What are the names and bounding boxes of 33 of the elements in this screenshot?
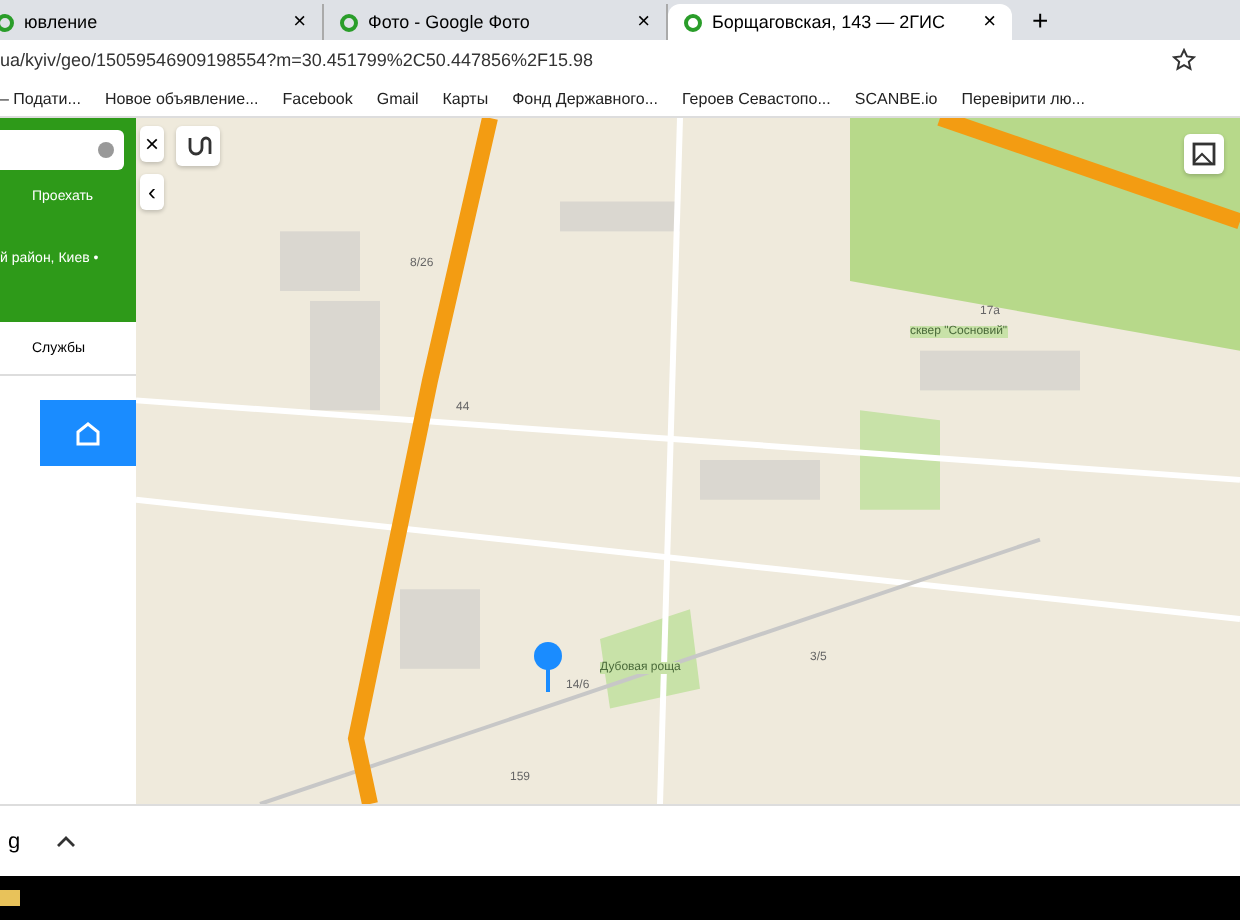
photo-button[interactable]	[1184, 134, 1224, 174]
bookmark-item[interactable]: Gmail	[376, 89, 419, 107]
star-icon[interactable]	[1172, 48, 1196, 72]
bookmark-item[interactable]: Новое объявление...	[104, 89, 259, 107]
close-tab-button[interactable]: ×	[293, 10, 306, 34]
close-tab-button[interactable]: ×	[983, 10, 996, 34]
tab-icon	[0, 13, 14, 31]
close-panel-button[interactable]: ×	[140, 126, 164, 162]
bookmark-item[interactable]: Карты	[442, 89, 489, 107]
location-pin-icon[interactable]	[532, 642, 564, 694]
bookmark-item[interactable]: Героев Севастопо...	[682, 89, 831, 107]
address-field[interactable]: ua/kyiv/geo/15059546909198554?m=30.451799%2C50.447856%2F15.98	[0, 50, 593, 70]
close-tab-button[interactable]: ×	[637, 10, 650, 34]
photo-icon	[1190, 140, 1218, 168]
new-tab-button[interactable]: +	[1012, 4, 1069, 40]
clear-icon[interactable]	[98, 142, 114, 158]
tab-icon	[684, 13, 702, 31]
search-field[interactable]	[0, 130, 124, 170]
route-button[interactable]	[176, 126, 220, 166]
bookmark-item[interactable]: Фонд Державного...	[512, 89, 658, 107]
bookmark-item[interactable]: – Подати...	[0, 89, 81, 107]
download-item[interactable]: g	[8, 829, 21, 853]
browser-tab[interactable]: Борщаговская, 143 — 2ГИС ×	[668, 4, 1012, 40]
caret-icon[interactable]	[56, 835, 77, 847]
route-icon	[184, 132, 212, 160]
bookmark-item[interactable]: SCANBE.io	[854, 89, 938, 107]
home-button[interactable]	[40, 400, 136, 466]
browser-tab[interactable]: ювление ×	[0, 4, 324, 40]
home-icon	[74, 419, 102, 447]
bookmark-item[interactable]: Перевірити лю...	[961, 89, 1085, 107]
bookmark-item[interactable]: Facebook	[282, 89, 353, 107]
tab-icon	[340, 13, 358, 31]
collapse-button[interactable]: ‹	[140, 174, 164, 210]
